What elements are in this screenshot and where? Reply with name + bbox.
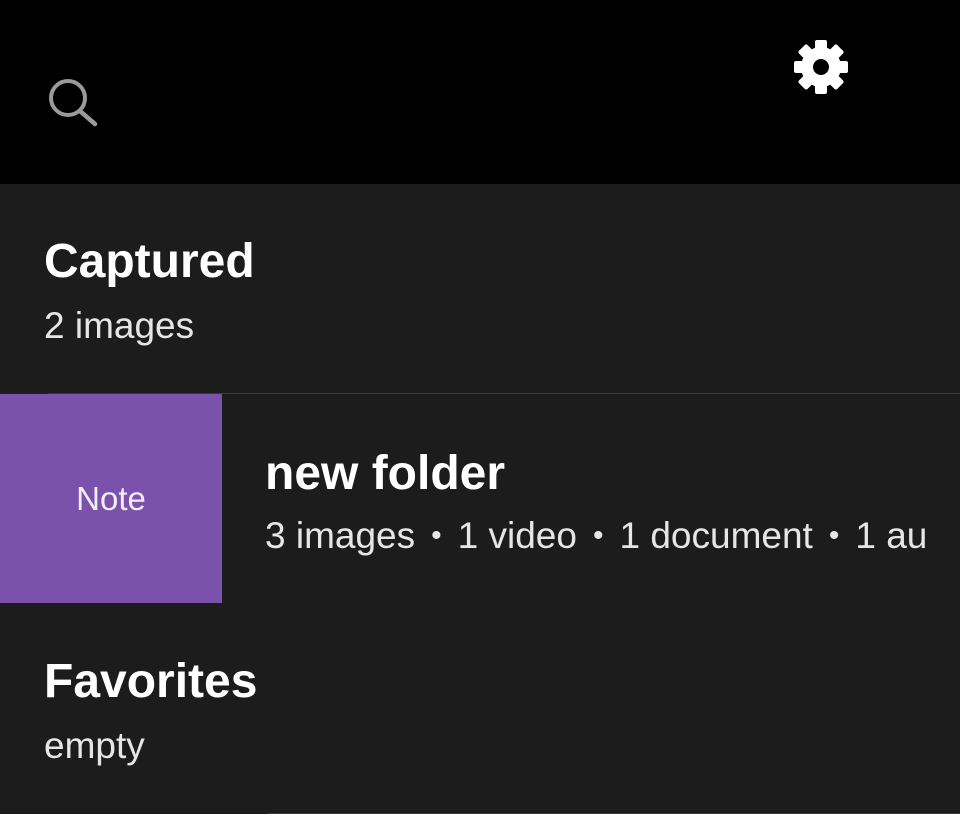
list-item-subtitle: 2 images bbox=[44, 305, 195, 346]
search-button[interactable] bbox=[40, 72, 104, 136]
thumbnail-label: Note bbox=[76, 479, 146, 517]
list-item-subtitle: empty bbox=[44, 725, 145, 766]
folder-list: Captured 2 images Note new folder 3 imag… bbox=[0, 184, 960, 814]
list-item-stats: 3 images • 1 video • 1 document • 1 au bbox=[265, 514, 927, 558]
list-item-new-folder[interactable]: Note new folder 3 images • 1 video • 1 d… bbox=[0, 394, 960, 814]
list-item-captured[interactable]: Captured 2 images bbox=[0, 184, 960, 394]
search-icon bbox=[49, 79, 98, 127]
list-item-favorites[interactable]: Favorites empty bbox=[0, 604, 960, 777]
list-item-title: Favorites bbox=[44, 655, 258, 708]
stat-images: 3 images bbox=[265, 515, 416, 556]
separator-dot: • bbox=[431, 519, 442, 552]
list-item-title: Captured bbox=[44, 235, 255, 288]
separator-dot: • bbox=[828, 519, 840, 552]
settings-button[interactable] bbox=[790, 36, 852, 98]
list-item-title: new folder bbox=[265, 447, 506, 500]
top-toolbar bbox=[0, 0, 960, 184]
stat-documents: 1 document bbox=[619, 515, 813, 556]
gear-icon bbox=[794, 40, 848, 94]
stat-audio: 1 au bbox=[855, 515, 928, 556]
stat-videos: 1 video bbox=[457, 515, 577, 556]
separator-dot: • bbox=[592, 519, 604, 552]
folder-thumbnail: Note bbox=[0, 394, 222, 603]
